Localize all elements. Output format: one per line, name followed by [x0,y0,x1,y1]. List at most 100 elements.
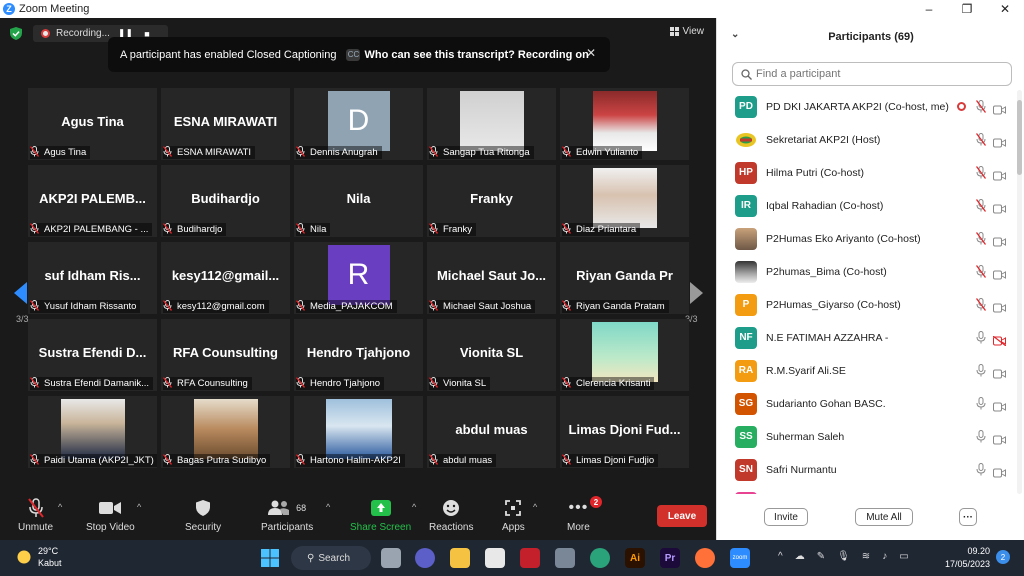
video-tile[interactable]: Nila Nila [294,165,423,237]
participant-row[interactable] [717,486,1017,494]
microphone-muted-icon[interactable] [975,100,987,113]
video-tile[interactable]: Michael Saut Jo... Michael Saut Joshua [427,242,556,314]
transcript-info-link[interactable]: Who can see this transcript? Recording o… [364,49,588,61]
microphone-icon[interactable] [976,364,986,377]
camera-icon[interactable] [555,548,575,568]
scrollbar-thumb[interactable] [1017,100,1022,175]
leave-button[interactable]: Leave [657,505,707,527]
video-tile[interactable]: Diaz Priantara [560,165,689,237]
video-off-icon[interactable] [992,333,1007,346]
participant-list-scrollbar[interactable] [1017,90,1022,494]
participant-row[interactable]: P2humas_Bima (Co-host) [717,255,1017,288]
participant-row[interactable]: Sekretariat AKP2I (Host) [717,123,1017,156]
participant-row[interactable]: PD PD DKI JAKARTA AKP2I (Co-host, me) [717,90,1017,123]
next-page-icon[interactable] [689,282,703,304]
firefox-icon[interactable] [695,548,715,568]
video-camera-icon[interactable] [993,300,1006,312]
maximize-button[interactable]: ❐ [948,0,986,18]
wifi-icon[interactable]: ≋ [862,551,870,562]
participant-row[interactable]: SS Suherman Saleh [717,420,1017,453]
speaker-icon[interactable]: ♪ [882,551,887,562]
apps-button[interactable]: Apps [502,498,525,533]
teams-chat-icon[interactable] [415,548,435,568]
video-tile[interactable]: RFA Counsulting RFA Counsulting [161,319,290,391]
close-banner-button[interactable]: ✕ [586,46,596,60]
microphone-icon[interactable] [976,463,986,476]
video-tile[interactable]: Hartono Halim-AKP2I [294,396,423,468]
microphone-muted-icon[interactable] [975,298,987,311]
participant-row[interactable]: P2Humas Eko Ariyanto (Co-host) [717,222,1017,255]
participant-search[interactable] [732,62,1012,86]
video-camera-icon[interactable] [993,102,1006,114]
participant-row[interactable]: NF N.E FATIMAH AZZAHRA - [717,321,1017,354]
video-tile[interactable]: abdul muas abdul muas [427,396,556,468]
video-tile[interactable]: Bagas Putra Sudibyo [161,396,290,468]
clock[interactable]: 09.20 17/05/2023 [945,545,990,571]
windows-start-icon[interactable] [260,548,280,568]
audio-options-chevron-icon[interactable]: ^ [58,502,62,512]
collapse-chevron-icon[interactable]: ⌄ [731,29,739,40]
video-tile[interactable]: D Dennis Anugrah [294,88,423,160]
video-tile[interactable]: Sangap Tua Ritonga [427,88,556,160]
more-options-button[interactable]: ··· [959,508,977,526]
video-tile[interactable]: Edwin Yulianto [560,88,689,160]
microphone-muted-icon[interactable] [975,199,987,212]
search-input[interactable] [756,68,996,80]
video-camera-icon[interactable] [993,234,1006,246]
share-options-chevron-icon[interactable]: ^ [412,502,416,512]
microphone-icon[interactable] [976,331,986,344]
premiere-icon[interactable]: Pr [660,548,680,568]
video-camera-icon[interactable] [993,432,1006,444]
video-tile[interactable]: kesy112@gmail... kesy112@gmail.com [161,242,290,314]
task-view-icon[interactable] [381,548,401,568]
video-camera-icon[interactable] [993,135,1006,147]
microphone-muted-icon[interactable] [975,133,987,146]
stop-video-button[interactable]: Stop Video [86,498,135,533]
mcafee-icon[interactable] [520,548,540,568]
video-tile[interactable]: Franky Franky [427,165,556,237]
participant-row[interactable]: P P2Humas_Giyarso (Co-host) [717,288,1017,321]
notification-badge[interactable]: 2 [996,550,1010,564]
pen-icon[interactable]: ✎ [817,551,825,562]
video-options-chevron-icon[interactable]: ^ [137,502,141,512]
more-button[interactable]: ••• More [567,498,590,533]
participant-row[interactable]: SN Safri Nurmantu [717,453,1017,486]
share-screen-button[interactable]: Share Screen [350,498,411,533]
microphone-muted-icon[interactable] [975,232,987,245]
video-camera-icon[interactable] [993,201,1006,213]
previous-page-icon[interactable] [14,282,28,304]
participants-button[interactable]: 68 Participants [261,498,313,533]
video-camera-icon[interactable] [993,399,1006,411]
video-tile[interactable]: Riyan Ganda Pr Riyan Ganda Pratam [560,242,689,314]
security-button[interactable]: Security [185,498,221,533]
participants-chevron-icon[interactable]: ^ [326,502,330,512]
file-explorer-icon[interactable] [450,548,470,568]
microphone-icon[interactable] [976,397,986,410]
video-tile[interactable]: Hendro Tjahjono Hendro Tjahjono [294,319,423,391]
video-tile[interactable]: Vionita SL Vionita SL [427,319,556,391]
invite-button[interactable]: Invite [764,508,808,526]
video-tile[interactable]: Paidi Utama (AKP2I_JKT) [28,396,157,468]
weather-widget[interactable]: 29°C Kabut [16,545,62,569]
mute-all-button[interactable]: Mute All [855,508,913,526]
cloud-icon[interactable]: ☁ [795,551,805,562]
chevron-up-icon[interactable]: ^ [778,551,783,562]
video-camera-icon[interactable] [993,465,1006,477]
unmute-button[interactable]: Unmute [18,498,53,533]
participant-row[interactable]: SG Sudarianto Gohan BASC. [717,387,1017,420]
taskbar-search[interactable]: ⚲ Search [291,546,371,570]
video-tile[interactable]: suf Idham Ris... Yusuf Idham Rissanto [28,242,157,314]
edge-browser-icon[interactable] [590,548,610,568]
zoom-app-icon[interactable]: zoom [730,548,750,568]
video-tile[interactable]: ESNA MIRAWATI ESNA MIRAWATI [161,88,290,160]
close-window-button[interactable]: ✕ [986,0,1024,18]
video-camera-icon[interactable] [993,366,1006,378]
video-tile[interactable]: Limas Djoni Fud... Limas Djoni Fudjio [560,396,689,468]
video-tile[interactable]: AKP2I PALEMB... AKP2I PALEMBANG - ... [28,165,157,237]
video-tile[interactable]: Clerencia Krisanti [560,319,689,391]
participant-row[interactable]: IR Iqbal Rahadian (Co-host) [717,189,1017,222]
minimize-button[interactable]: – [910,0,948,18]
microsoft-store-icon[interactable] [485,548,505,568]
video-tile[interactable]: Sustra Efendi D... Sustra Efendi Damanik.… [28,319,157,391]
battery-icon[interactable]: ▭ [899,551,908,562]
